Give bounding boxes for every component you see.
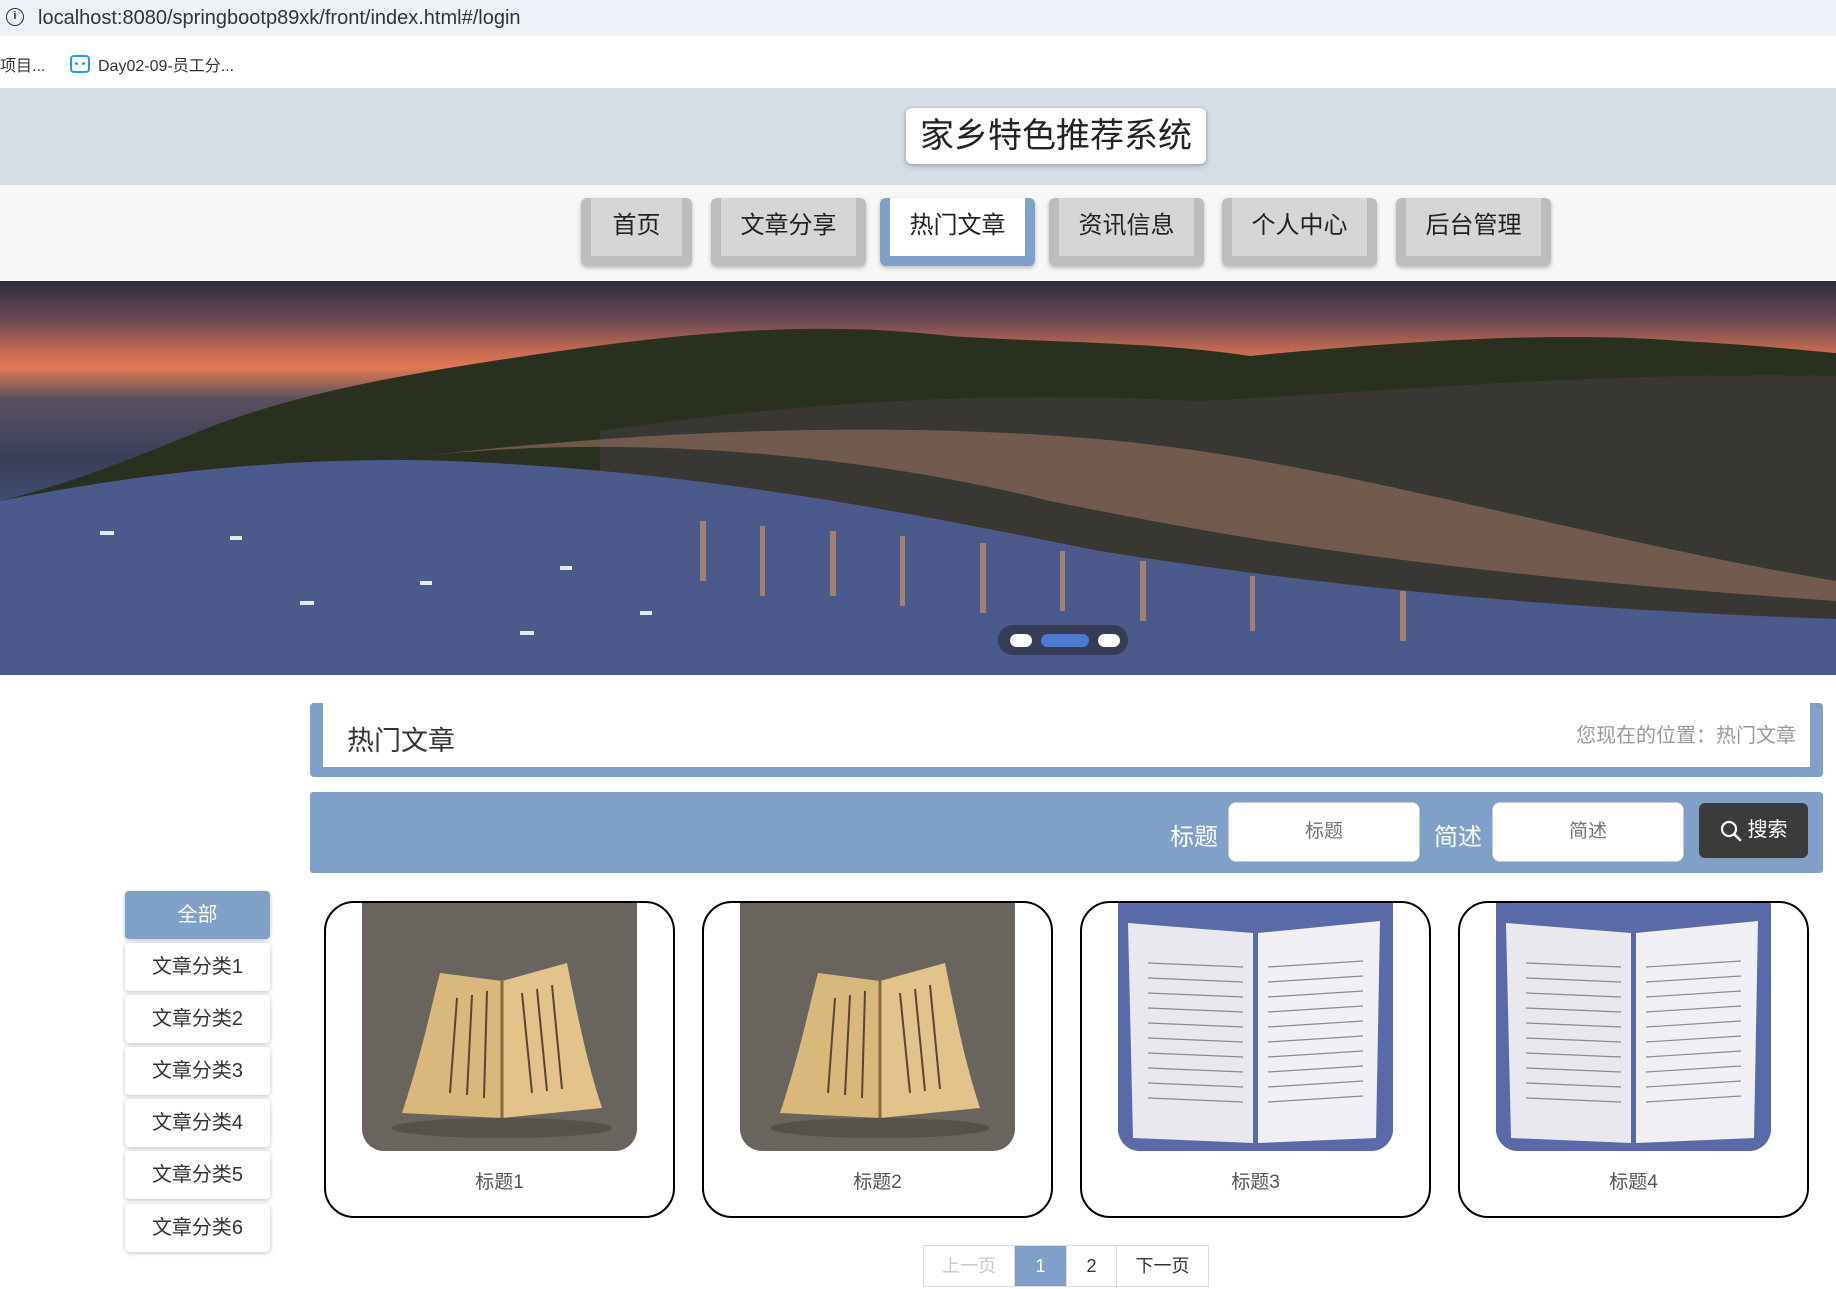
article-title: 标题2 — [853, 1172, 902, 1193]
section-title: 热门文章 — [347, 726, 455, 756]
bookmarks-bar: 项目... Day02-09-员工分... — [0, 36, 1836, 88]
carousel-dot[interactable] — [1098, 634, 1120, 647]
nav-item-hot-articles[interactable]: 热门文章 — [880, 198, 1035, 266]
banner-image — [0, 328, 1836, 675]
section-header: 热门文章 您现在的位置：热门文章 — [310, 703, 1823, 777]
nav-item-label: 热门文章 — [890, 198, 1025, 256]
site-header: 家乡特色推荐系统 — [0, 88, 1836, 185]
category-item[interactable]: 文章分类1 — [125, 943, 270, 991]
article-card[interactable]: 标题2 — [702, 901, 1053, 1218]
bookmark-item[interactable]: 项目... — [0, 52, 45, 76]
old-book-image — [770, 963, 990, 1138]
article-thumbnail — [1118, 903, 1393, 1151]
search-bar: 标题 简述 搜索 — [310, 792, 1823, 873]
title-search-input[interactable] — [1228, 802, 1420, 862]
nav-item-article-share[interactable]: 文章分享 — [711, 198, 866, 266]
article-title: 标题3 — [1231, 1172, 1280, 1193]
banner-carousel[interactable] — [0, 281, 1836, 675]
category-item[interactable]: 文章分类5 — [125, 1151, 270, 1199]
title-search-label: 标题 — [1170, 824, 1218, 851]
old-book-image — [392, 963, 612, 1138]
article-card[interactable]: 标题3 — [1080, 901, 1431, 1218]
carousel-dot-active[interactable] — [1041, 634, 1089, 647]
url-field[interactable]: localhost:8080/springbootp89xk/front/ind… — [38, 7, 521, 30]
nav-item-home[interactable]: 首页 — [581, 198, 692, 266]
carousel-dot[interactable] — [1010, 634, 1032, 647]
category-item[interactable]: 文章分类3 — [125, 1047, 270, 1095]
nav-item-label: 首页 — [591, 198, 682, 256]
bookmark-label: Day02-09-员工分... — [98, 58, 235, 75]
desc-search-label: 简述 — [1434, 824, 1482, 851]
page-button[interactable]: 2 — [1067, 1246, 1117, 1286]
page: i localhost:8080/springbootp89xk/front/i… — [0, 0, 1836, 1289]
bilibili-tv-icon — [70, 55, 90, 73]
site-info-icon[interactable]: i — [6, 8, 24, 26]
pagination: 上一页 1 2 下一页 — [923, 1245, 1209, 1287]
article-thumbnail — [740, 903, 1015, 1151]
article-card[interactable]: 标题4 — [1458, 901, 1809, 1218]
open-book-image — [1496, 903, 1771, 1151]
bookmark-item[interactable]: Day02-09-员工分... — [70, 52, 234, 76]
category-item[interactable]: 文章分类2 — [125, 995, 270, 1043]
search-button-label: 搜索 — [1747, 819, 1788, 841]
nav-item-personal-center[interactable]: 个人中心 — [1222, 198, 1377, 266]
desc-search-input[interactable] — [1492, 802, 1684, 862]
article-thumbnail — [362, 903, 637, 1151]
nav-item-label: 文章分享 — [721, 198, 856, 256]
carousel-indicators — [998, 625, 1128, 655]
browser-address-bar: i localhost:8080/springbootp89xk/front/i… — [0, 0, 1836, 36]
category-item[interactable]: 文章分类6 — [125, 1204, 270, 1252]
category-item[interactable]: 文章分类4 — [125, 1099, 270, 1147]
open-book-image — [1118, 903, 1393, 1151]
nav-item-label: 个人中心 — [1232, 198, 1367, 256]
prev-page-button[interactable]: 上一页 — [924, 1246, 1015, 1286]
nav-item-label: 资讯信息 — [1059, 198, 1194, 256]
nav-item-label: 后台管理 — [1406, 198, 1541, 256]
article-thumbnail — [1496, 903, 1771, 1151]
next-page-button[interactable]: 下一页 — [1117, 1246, 1208, 1286]
article-card[interactable]: 标题1 — [324, 901, 675, 1218]
site-title: 家乡特色推荐系统 — [906, 108, 1206, 164]
main-nav: 首页 文章分享 热门文章 资讯信息 个人中心 后台管理 — [0, 185, 1836, 281]
search-icon — [1720, 820, 1741, 841]
section-header-body: 热门文章 您现在的位置：热门文章 — [323, 703, 1810, 767]
page-button-current[interactable]: 1 — [1015, 1246, 1067, 1286]
article-title: 标题4 — [1609, 1172, 1658, 1193]
nav-item-admin[interactable]: 后台管理 — [1396, 198, 1551, 266]
article-title: 标题1 — [475, 1172, 524, 1193]
breadcrumb: 您现在的位置：热门文章 — [1576, 725, 1796, 747]
nav-item-news[interactable]: 资讯信息 — [1049, 198, 1204, 266]
search-button[interactable]: 搜索 — [1699, 803, 1808, 858]
category-all[interactable]: 全部 — [125, 891, 270, 939]
